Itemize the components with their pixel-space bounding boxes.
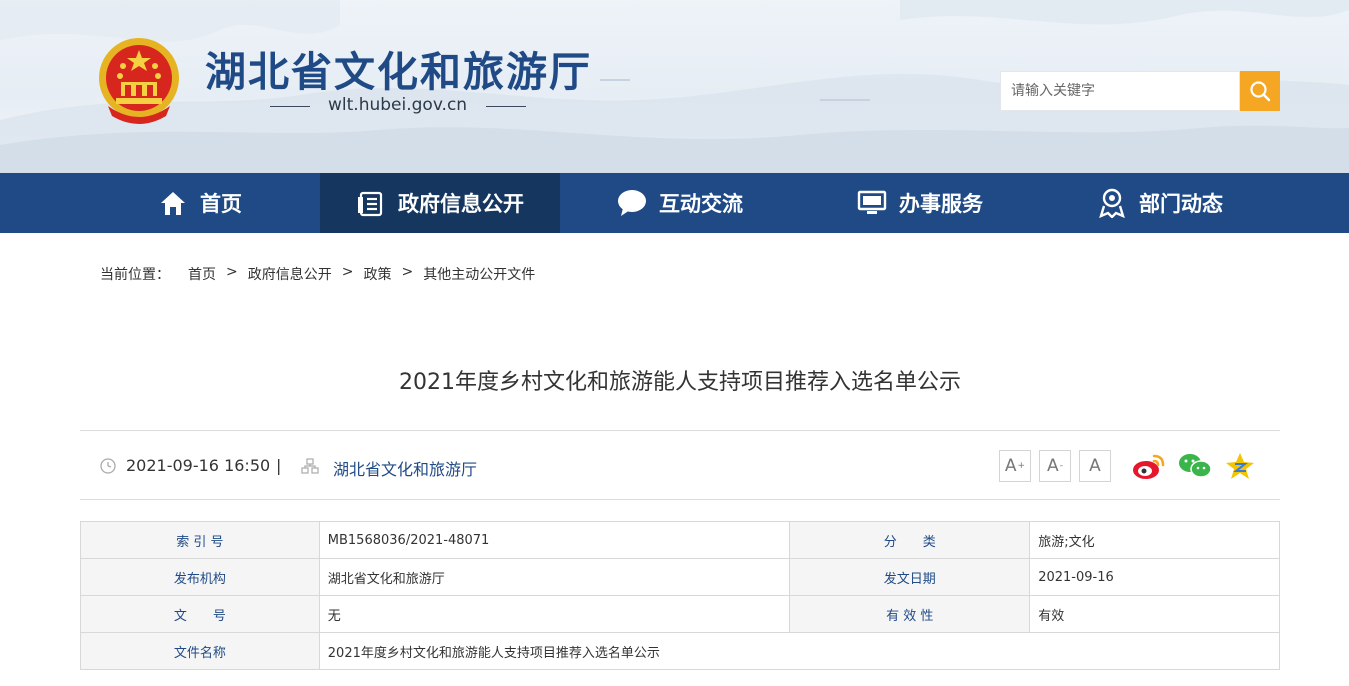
issue-date-value: 2021-09-16 [1029, 558, 1280, 596]
weibo-icon [1133, 454, 1165, 479]
font-smaller-mark: - [1059, 461, 1063, 471]
nav-label-interaction: 互动交流 [659, 192, 743, 216]
site-url: wlt.hubei.gov.cn [328, 95, 468, 115]
font-larger-label: A [1004, 456, 1017, 476]
index-value: MB1568036/2021-48071 [318, 521, 791, 559]
nav-item-home[interactable]: 首页 [80, 173, 320, 233]
issuer-label: 发布机构 [80, 558, 320, 596]
index-label: 索 引 号 [80, 521, 320, 559]
search-icon [1250, 81, 1271, 102]
site-title: 湖北省文化和旅游厅 [205, 48, 592, 96]
share-qzone-button[interactable] [1223, 451, 1257, 481]
table-row: 文 号 无 有 效 性 有效 [80, 595, 1280, 633]
monitor-icon [857, 188, 887, 218]
nav-label-services: 办事服务 [899, 192, 983, 216]
nav-label-dept-news: 部门动态 [1139, 192, 1223, 216]
font-larger-button[interactable]: A + [999, 450, 1031, 482]
validity-label: 有 效 性 [789, 595, 1031, 633]
person-badge-icon [1097, 188, 1127, 218]
meta-divider: | [276, 456, 282, 475]
breadcrumb-item-home[interactable]: 首页 [188, 264, 216, 284]
article-meta-bar: 2021-09-16 16:50 | 湖北省文化和旅游厅 A + A- A [80, 430, 1280, 500]
font-larger-mark: + [1017, 461, 1026, 471]
document-info-table: 索 引 号 MB1568036/2021-48071 分 类 旅游;文化 发布机… [80, 521, 1281, 670]
breadcrumb-separator: > [226, 264, 238, 280]
url-left-line [270, 106, 310, 107]
share-wechat-button[interactable] [1178, 451, 1212, 481]
share-weibo-button[interactable] [1132, 451, 1166, 481]
breadcrumb-separator: > [401, 264, 414, 280]
url-right-line [486, 106, 526, 107]
font-default-label: A [1089, 456, 1101, 476]
nav-label-gov-info: 政府信息公开 [398, 192, 524, 216]
issue-date-label: 发文日期 [789, 558, 1031, 596]
national-emblem-icon [99, 38, 179, 124]
table-row: 发布机构 湖北省文化和旅游厅 发文日期 2021-09-16 [80, 558, 1280, 596]
wechat-icon [1179, 454, 1212, 478]
doc-name-label: 文件名称 [80, 632, 320, 670]
publish-datetime: 2021-09-16 16:50 [126, 456, 271, 475]
breadcrumb-label: 当前位置： [100, 267, 170, 283]
nav-item-gov-info[interactable]: 政府信息公开 [320, 173, 560, 233]
organization-icon [301, 458, 319, 474]
table-row: 索 引 号 MB1568036/2021-48071 分 类 旅游;文化 [80, 521, 1280, 559]
doc-number-value: 无 [318, 595, 791, 633]
chat-bubble-icon [617, 188, 647, 218]
site-header: 湖北省文化和旅游厅 wlt.hubei.gov.cn [0, 0, 1349, 173]
nav-item-services[interactable]: 办事服务 [800, 173, 1040, 233]
doc-name-value: 2021年度乡村文化和旅游能人支持项目推荐入选名单公示 [318, 632, 1281, 670]
nav-item-interaction[interactable]: 互动交流 [560, 173, 800, 233]
breadcrumb: 当前位置： 首页 > 政府信息公开 > 政策 > 其他主动公开文件 [100, 264, 535, 284]
nav-item-dept-news[interactable]: 部门动态 [1040, 173, 1280, 233]
font-smaller-label: A [1047, 456, 1059, 476]
main-nav: 首页 政府信息公开 互动交流 办事服务 部门动态 [0, 173, 1349, 233]
issuer-value: 湖北省文化和旅游厅 [318, 558, 791, 596]
validity-value: 有效 [1029, 595, 1280, 633]
breadcrumb-item-policy[interactable]: 政策 [363, 264, 391, 284]
breadcrumb-item-gov-info[interactable]: 政府信息公开 [248, 264, 332, 284]
font-default-button[interactable]: A [1079, 450, 1111, 482]
article-title: 2021年度乡村文化和旅游能人支持项目推荐入选名单公示 [399, 370, 961, 395]
nav-label-home: 首页 [200, 192, 242, 216]
site-url-row: wlt.hubei.gov.cn [270, 94, 526, 118]
clock-icon [100, 458, 116, 474]
publisher-link[interactable]: 湖北省文化和旅游厅 [333, 456, 477, 480]
breadcrumb-item-other-files[interactable]: 其他主动公开文件 [423, 264, 535, 284]
document-list-icon [356, 188, 386, 218]
category-value: 旅游;文化 [1029, 521, 1280, 559]
qzone-icon [1226, 453, 1254, 479]
home-icon [158, 188, 188, 218]
table-row: 文件名称 2021年度乡村文化和旅游能人支持项目推荐入选名单公示 [80, 632, 1281, 670]
font-smaller-button[interactable]: A- [1039, 450, 1071, 482]
search-input[interactable] [1000, 71, 1240, 111]
category-label: 分 类 [789, 521, 1031, 559]
search-button[interactable] [1240, 71, 1280, 111]
breadcrumb-separator: > [341, 264, 354, 280]
doc-number-label: 文 号 [80, 595, 320, 633]
